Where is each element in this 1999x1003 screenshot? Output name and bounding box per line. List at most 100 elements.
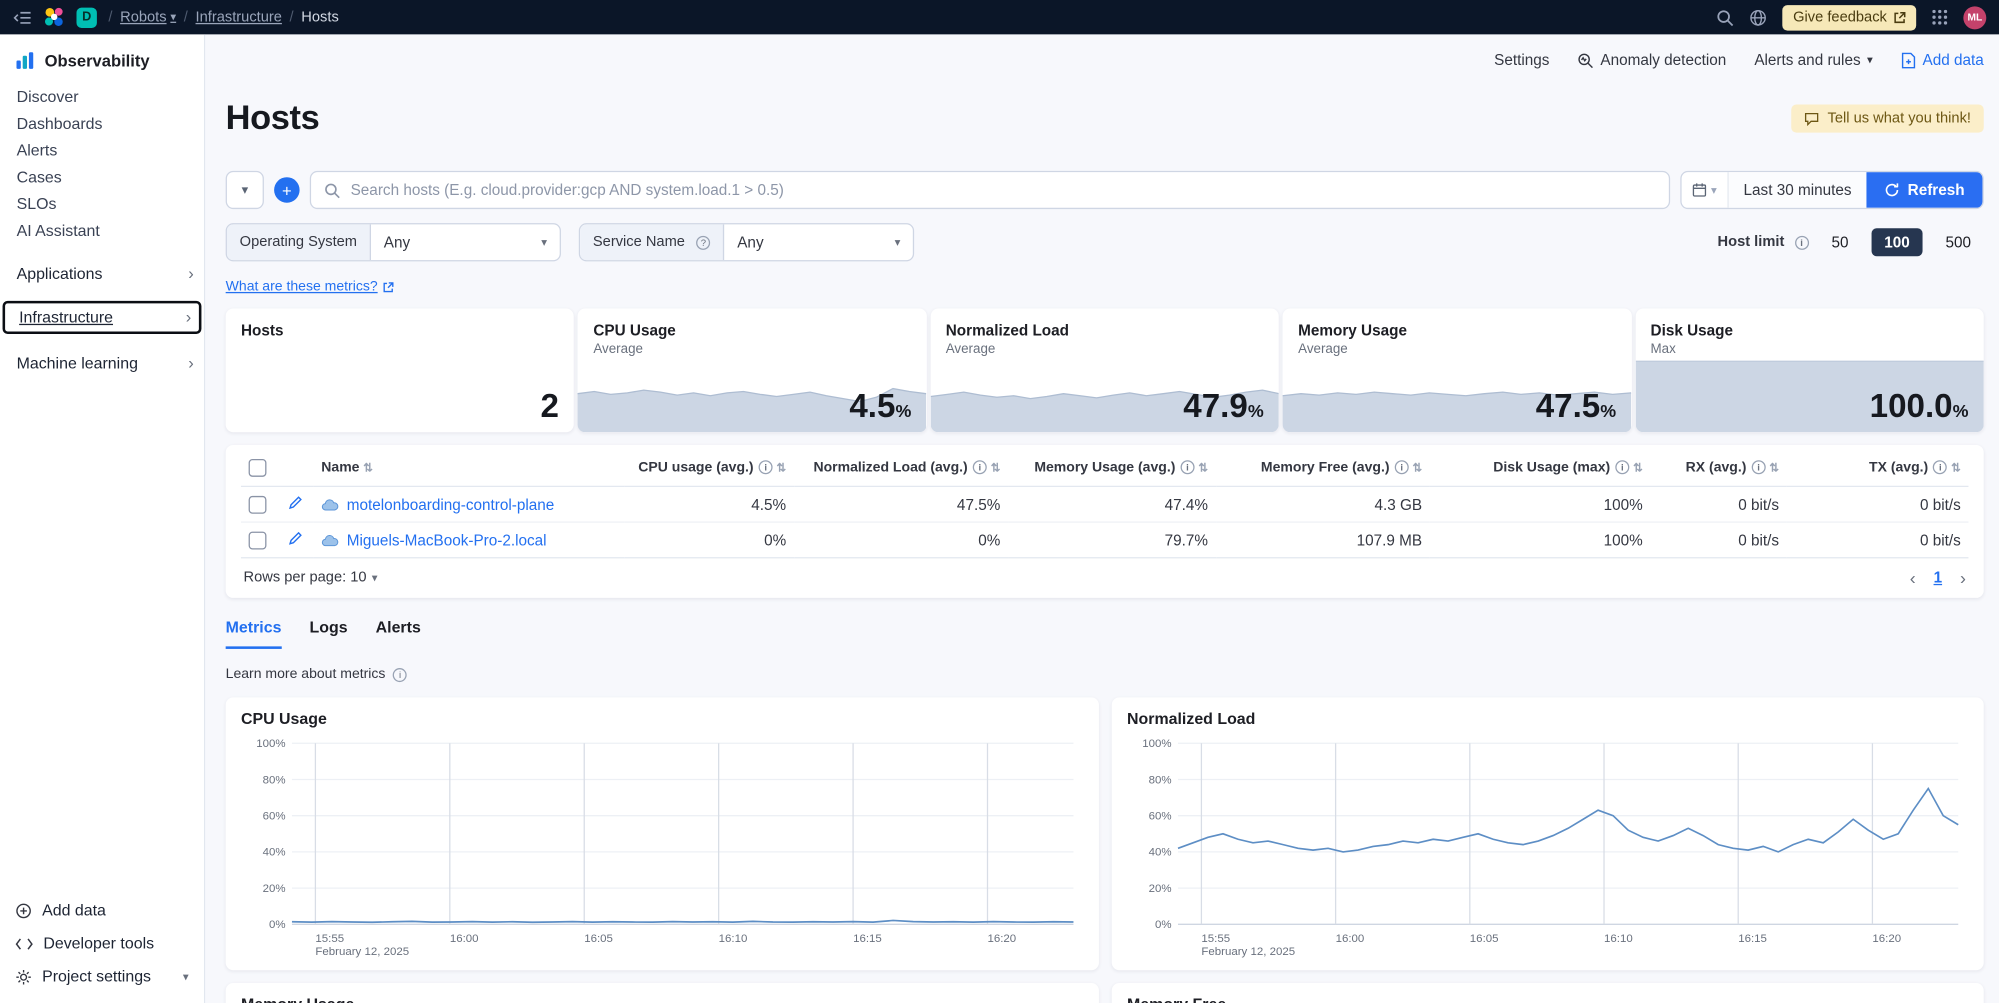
sidebar-item-slos[interactable]: SLOs (0, 191, 204, 218)
speech-bubble-icon (1805, 110, 1820, 125)
host-limit-option-50[interactable]: 50 (1819, 228, 1862, 256)
sidebar-item-discover[interactable]: Discover (0, 84, 204, 111)
saved-query-menu-button[interactable]: ▾ (226, 171, 264, 209)
kpi-title: CPU Usage (593, 321, 911, 339)
svg-text:20%: 20% (1149, 883, 1172, 895)
host-limit-label: Host limit i (1718, 235, 1809, 250)
sidebar-group-applications[interactable]: Applications › (0, 258, 204, 291)
global-header: D / Robots▾ / Infrastructure / Hosts Giv… (0, 0, 1999, 34)
next-page-button[interactable]: › (1960, 567, 1966, 587)
column-header-memory-usage[interactable]: Memory Usage (avg.)i⇅ (1008, 450, 1216, 486)
svg-text:100%: 100% (256, 738, 285, 750)
tab-metrics[interactable]: Metrics (226, 618, 282, 649)
edit-pencil-icon[interactable] (288, 495, 303, 510)
column-header-tx[interactable]: TX (avg.)i⇅ (1787, 450, 1969, 486)
breadcrumb-robots[interactable]: Robots▾ (120, 10, 176, 25)
chevron-right-icon: › (186, 311, 192, 324)
calendar-menu-button[interactable]: ▾ (1682, 172, 1729, 208)
menu-collapse-icon[interactable] (13, 10, 32, 25)
info-icon[interactable]: i (973, 460, 987, 474)
refresh-button[interactable]: Refresh (1867, 172, 1983, 208)
svg-text:15:55: 15:55 (315, 933, 344, 945)
cpu-usage-chart-card[interactable]: CPU Usage 100%80%60%40%20%0%15:55Februar… (226, 697, 1099, 970)
info-icon[interactable]: i (1933, 460, 1947, 474)
info-icon[interactable]: i (1615, 460, 1629, 474)
info-icon[interactable]: i (759, 460, 773, 474)
column-header-name[interactable]: Name⇅ (314, 450, 625, 486)
info-icon[interactable]: i (1795, 235, 1809, 249)
elastic-logo[interactable] (43, 6, 65, 28)
cell-memory-free: 107.9 MB (1216, 522, 1430, 558)
host-name-link[interactable]: motelonboarding-control-plane (347, 495, 555, 513)
sidebar-group-infrastructure[interactable]: Infrastructure › (3, 301, 202, 334)
column-header-disk-usage[interactable]: Disk Usage (max)i⇅ (1430, 450, 1651, 486)
user-avatar[interactable]: ML (1963, 6, 1986, 29)
help-icon[interactable]: ? (696, 235, 710, 249)
info-icon[interactable]: i (1180, 460, 1194, 474)
column-header-normalized-load[interactable]: Normalized Load (avg.)i⇅ (794, 450, 1008, 486)
sidebar-project-settings[interactable]: Project settings ▾ (0, 960, 204, 993)
kpi-memory-usage[interactable]: Memory Usage Average 47.5% (1283, 309, 1632, 433)
edit-pencil-icon[interactable] (288, 530, 303, 545)
sidebar-item-ai-assistant[interactable]: AI Assistant (0, 218, 204, 245)
rows-per-page-selector[interactable]: Rows per page: 10 ▾ (244, 570, 378, 585)
row-checkbox[interactable] (249, 496, 267, 514)
add-data-link[interactable]: Add data (1901, 51, 1984, 69)
tab-alerts[interactable]: Alerts (376, 618, 421, 649)
learn-more-link[interactable]: Learn more about metrics i (226, 667, 407, 682)
host-name-link[interactable]: Miguels-MacBook-Pro-2.local (347, 531, 547, 549)
row-checkbox[interactable] (249, 532, 267, 550)
kpi-disk-usage[interactable]: Disk Usage Max 100.0% (1635, 309, 1984, 433)
sidebar-add-data[interactable]: Add data (0, 894, 204, 927)
chevron-down-icon: ▾ (1867, 53, 1873, 67)
breadcrumb-infrastructure[interactable]: Infrastructure (196, 10, 282, 25)
operating-system-select[interactable]: Any ▾ (371, 224, 560, 260)
cell-cpu: 0% (625, 522, 794, 558)
normalized-load-chart: 100%80%60%40%20%0%15:55February 12, 2025… (1127, 736, 1968, 960)
cell-rx: 0 bit/s (1650, 486, 1786, 522)
sidebar-item-dashboards[interactable]: Dashboards (0, 111, 204, 138)
time-range-display[interactable]: Last 30 minutes (1728, 172, 1867, 208)
search-input[interactable] (351, 181, 1657, 199)
give-feedback-button[interactable]: Give feedback (1783, 4, 1916, 29)
sidebar-group-machine-learning[interactable]: Machine learning › (0, 347, 204, 380)
deployment-badge[interactable]: D (76, 7, 96, 27)
normalized-load-chart-card[interactable]: Normalized Load 100%80%60%40%20%0%15:55F… (1112, 697, 1984, 970)
alerts-and-rules-menu[interactable]: Alerts and rules ▾ (1754, 51, 1872, 69)
kpi-value: 2 (540, 386, 558, 426)
kpi-hosts[interactable]: Hosts 2 (226, 309, 575, 433)
column-header-memory-free[interactable]: Memory Free (avg.)i⇅ (1216, 450, 1430, 486)
memory-usage-chart-card[interactable]: Memory Usage 100%80%60%40%20%0%15:55Febr… (226, 983, 1099, 1003)
service-name-select[interactable]: Any ▾ (724, 224, 913, 260)
tab-logs[interactable]: Logs (310, 618, 348, 649)
page-number[interactable]: 1 (1934, 569, 1943, 587)
svg-text:16:15: 16:15 (1738, 933, 1767, 945)
what-are-these-metrics-link[interactable]: What are these metrics? (226, 279, 395, 294)
sidebar-item-cases[interactable]: Cases (0, 164, 204, 191)
search-icon[interactable] (1717, 8, 1735, 26)
feedback-banner[interactable]: Tell us what you think! (1792, 104, 1984, 132)
add-filter-button[interactable]: + (274, 177, 299, 202)
column-header-rx[interactable]: RX (avg.)i⇅ (1650, 450, 1786, 486)
main-content: Settings Anomaly detection Alerts and ru… (205, 34, 1999, 1003)
sidebar-developer-tools[interactable]: Developer tools (0, 927, 204, 960)
previous-page-button[interactable]: ‹ (1910, 567, 1916, 587)
kpi-normalized-load[interactable]: Normalized Load Average 47.9% (930, 309, 1279, 433)
charts-row-1: CPU Usage 100%80%60%40%20%0%15:55Februar… (226, 697, 1984, 970)
info-icon[interactable]: i (1752, 460, 1766, 474)
column-header-cpu[interactable]: CPU usage (avg.)i⇅ (625, 450, 794, 486)
sidebar-item-alerts[interactable]: Alerts (0, 138, 204, 165)
apps-menu-icon[interactable] (1931, 9, 1948, 26)
chart-title: Normalized Load (1127, 710, 1968, 728)
anomaly-detection-link[interactable]: Anomaly detection (1577, 51, 1726, 69)
settings-link[interactable]: Settings (1494, 51, 1549, 69)
globe-icon[interactable] (1750, 8, 1768, 26)
memory-free-chart-card[interactable]: Memory Free 5.0GB4.0GB3.0GB2.0GB1.0GB0.0… (1112, 983, 1984, 1003)
host-limit-option-100[interactable]: 100 (1871, 228, 1922, 256)
kpi-cpu-usage[interactable]: CPU Usage Average 4.5% (578, 309, 927, 433)
kpi-subtitle: Average (593, 342, 911, 357)
info-icon[interactable]: i (1395, 460, 1409, 474)
table-footer: Rows per page: 10 ▾ ‹ 1 › (241, 558, 1968, 592)
host-limit-option-500[interactable]: 500 (1933, 228, 1984, 256)
select-all-checkbox[interactable] (249, 459, 267, 477)
